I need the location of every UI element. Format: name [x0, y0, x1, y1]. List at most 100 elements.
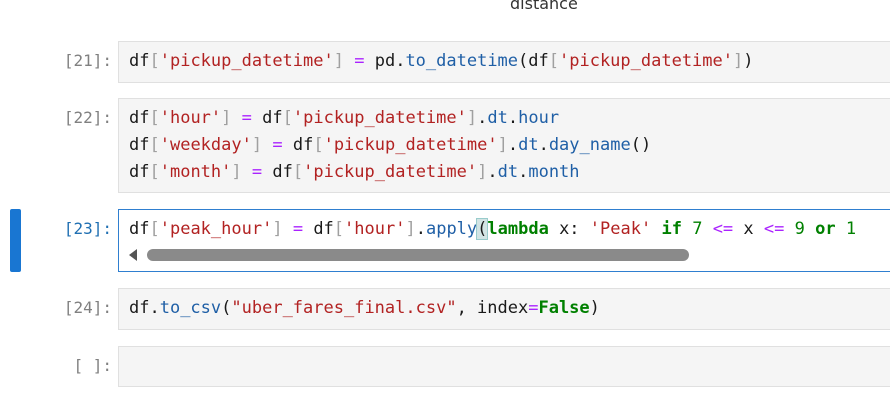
string-token: 'pickup_datetime'	[292, 108, 467, 128]
code-token: .	[507, 108, 519, 128]
code-text[interactable]: df['pickup_datetime'] = pd.to_datetime(d…	[129, 48, 754, 75]
bracket-token: [	[149, 162, 160, 182]
code-token: .	[538, 135, 549, 155]
code-token: df	[282, 135, 314, 155]
bracket-token: [	[282, 108, 293, 128]
code-token: .	[415, 219, 426, 239]
code-text[interactable]: df['hour'] = df['pickup_datetime'].dt.ho…	[129, 105, 651, 186]
code-cell-24[interactable]: [24]: df.to_csv("uber_fares_final.csv", …	[0, 288, 890, 330]
attribute-token: day_name	[548, 135, 631, 155]
bracket-token: ]	[231, 162, 242, 182]
code-token: ()	[630, 135, 652, 155]
number-token: 1	[845, 219, 857, 239]
notebook-page: distance [21]: df['pickup_datetime'] = p…	[0, 0, 890, 406]
string-token: 'pickup_datetime'	[303, 162, 478, 182]
code-token: , index	[456, 298, 529, 318]
bracket-token: [	[313, 135, 324, 155]
operator-token: <=	[712, 219, 734, 239]
code-token: (df	[518, 51, 549, 71]
number-token: 7	[692, 219, 703, 239]
code-cell-23[interactable]: [23]: df['peak_hour'] = df['hour'].apply…	[0, 209, 890, 272]
attribute-token: hour	[518, 108, 560, 128]
string-token: 'month'	[159, 162, 232, 182]
code-token: df	[303, 219, 334, 239]
code-token: )	[589, 298, 600, 318]
bracket-token: ]	[497, 135, 508, 155]
code-cell-22[interactable]: [22]: df['hour'] = df['pickup_datetime']…	[0, 98, 890, 193]
number-token: 9	[794, 219, 805, 239]
keyword-token: if	[661, 219, 682, 239]
keyword-token: lambda	[487, 219, 549, 239]
code-text[interactable]: df['peak_hour'] = df['hour'].apply(lambd…	[129, 216, 856, 243]
code-line: df['pickup_datetime'] = pd.to_datetime(d…	[129, 48, 754, 75]
attribute-token: to_csv	[159, 298, 222, 318]
code-token: df	[262, 162, 293, 182]
code-token: .	[507, 135, 519, 155]
code-token: df	[251, 108, 283, 128]
bracket-token: ]	[221, 108, 232, 128]
cell-prompt: [22]:	[63, 108, 112, 127]
cell-prompt: [24]:	[63, 298, 112, 317]
code-token: df	[129, 162, 150, 182]
code-token: .	[487, 162, 498, 182]
code-token: df	[129, 108, 150, 128]
bracket-token: ]	[733, 51, 744, 71]
code-input[interactable]: df.to_csv("uber_fares_final.csv", index=…	[118, 288, 890, 330]
code-token: (	[221, 298, 232, 318]
bracket-token: [	[149, 108, 160, 128]
code-token: x	[733, 219, 764, 239]
string-token: 'pickup_datetime'	[559, 51, 733, 71]
code-input[interactable]: df['peak_hour'] = df['hour'].apply(lambd…	[118, 209, 890, 272]
string-token: "uber_fares_final.csv"	[231, 298, 457, 318]
bracket-token: ]	[272, 219, 283, 239]
string-token: 'hour'	[344, 219, 406, 239]
previous-output-text: distance	[510, 0, 578, 13]
attribute-token: month	[528, 162, 580, 182]
code-token: .	[477, 108, 488, 128]
string-token: 'weekday'	[159, 135, 252, 155]
scrollbar-thumb[interactable]	[147, 249, 689, 261]
operator-token: =	[528, 298, 539, 318]
matched-paren-token: (	[476, 218, 489, 240]
string-token: 'peak_hour'	[159, 219, 273, 239]
code-token: df	[129, 135, 150, 155]
horizontal-scrollbar[interactable]	[129, 246, 890, 264]
operator-token: =	[292, 219, 304, 239]
code-token: .	[518, 162, 529, 182]
code-input[interactable]: df['hour'] = df['pickup_datetime'].dt.ho…	[118, 98, 890, 193]
code-token: x:	[548, 219, 590, 239]
attribute-token: to_datetime	[405, 51, 519, 71]
bracket-token: ]	[477, 162, 488, 182]
attribute-token: dt	[487, 108, 508, 128]
code-token: pd.	[364, 51, 406, 71]
string-token: 'pickup_datetime'	[323, 135, 498, 155]
string-token: 'pickup_datetime'	[159, 51, 334, 71]
code-cell-empty[interactable]: [ ]:	[0, 346, 890, 387]
bracket-token: [	[548, 51, 559, 71]
operator-token: <=	[763, 219, 785, 239]
bracket-token: ]	[466, 108, 478, 128]
code-text[interactable]: df.to_csv("uber_fares_final.csv", index=…	[129, 295, 600, 322]
code-input[interactable]: df['pickup_datetime'] = pd.to_datetime(d…	[118, 41, 890, 83]
bracket-token: [	[333, 219, 345, 239]
code-cell-21[interactable]: [21]: df['pickup_datetime'] = pd.to_date…	[0, 41, 890, 83]
cell-prompt: [21]:	[63, 51, 112, 70]
code-line: df['hour'] = df['pickup_datetime'].dt.ho…	[129, 105, 651, 132]
code-input[interactable]	[118, 346, 890, 387]
bracket-token: [	[149, 219, 160, 239]
code-line: df['peak_hour'] = df['hour'].apply(lambd…	[129, 216, 856, 243]
keyword-token: False	[538, 298, 590, 318]
scroll-left-arrow-icon[interactable]	[129, 249, 137, 261]
code-line: df['weekday'] = df['pickup_datetime'].dt…	[129, 132, 651, 159]
code-line: df.to_csv("uber_fares_final.csv", index=…	[129, 295, 600, 322]
code-line: df['month'] = df['pickup_datetime'].dt.m…	[129, 159, 651, 186]
